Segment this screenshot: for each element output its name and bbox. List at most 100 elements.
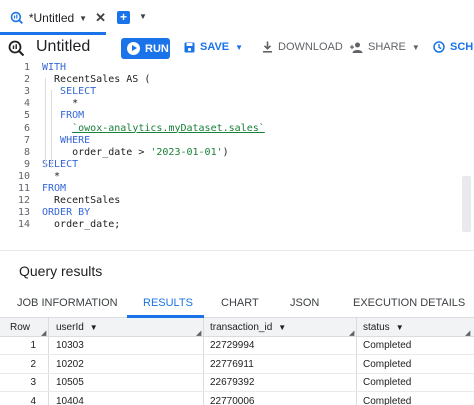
sort-caret-icon[interactable]: ▼ xyxy=(278,323,286,332)
schedule-button[interactable]: SCHE xyxy=(433,41,474,53)
column-header-label: transaction_id xyxy=(210,322,273,333)
sql-text: RecentSales AS ( xyxy=(42,74,151,86)
code-line: order_date > '2023-01-01') xyxy=(42,147,229,158)
query-icon xyxy=(10,11,23,25)
results-tabs: JOB INFORMATION RESULTS CHART JSON EXECU… xyxy=(0,292,474,318)
table-header: Row userId ▼ transaction_id ▼ status ▼ ◢ ◢ … xyxy=(0,318,474,337)
code-line: WHERE xyxy=(42,135,90,146)
code-line: FROM xyxy=(42,110,84,121)
line-number: 9 xyxy=(23,158,30,170)
editor-scrollbar[interactable] xyxy=(462,176,471,232)
download-label: DOWNLOAD xyxy=(278,41,343,53)
line-number: 13 xyxy=(17,207,30,219)
sql-text: ) xyxy=(222,146,229,158)
sql-text: order_date > xyxy=(42,146,151,158)
tab-execution-details[interactable]: EXECUTION DETAILS xyxy=(353,297,465,309)
sql-editor[interactable]: 1 2 3 4 5 6 7 8 9 10 11 12 13 14 WITH RecentSales AS … xyxy=(0,62,474,237)
tab-title: *Untitled xyxy=(28,11,75,25)
code-line: ORDER BY xyxy=(42,207,90,218)
sql-keyword: WITH xyxy=(42,62,67,73)
row-number: 3 xyxy=(30,377,36,388)
line-number: 8 xyxy=(23,146,30,158)
table-cell: 10202 xyxy=(56,358,84,370)
code-line: * xyxy=(42,171,60,182)
sql-text: * xyxy=(42,170,61,182)
add-person-icon xyxy=(350,42,363,53)
table-row[interactable]: 4 10404 22770006 Completed xyxy=(0,393,474,405)
sql-text: RecentSales xyxy=(42,195,121,207)
results-table: Row userId ▼ transaction_id ▼ status ▼ ◢ ◢ … xyxy=(0,318,474,405)
tab-chart[interactable]: CHART xyxy=(221,297,259,309)
code-line: RecentSales xyxy=(42,195,120,206)
close-tab-icon[interactable]: ✕ xyxy=(95,10,106,26)
schedule-label: SCHE xyxy=(450,41,474,53)
share-caret-icon: ▼ xyxy=(411,42,420,52)
panel-divider[interactable] xyxy=(0,250,474,251)
indent-guide xyxy=(45,78,46,168)
column-header-label: Row xyxy=(10,322,31,333)
column-resize-handle-icon[interactable]: ◢ xyxy=(349,329,354,337)
tab-json[interactable]: JSON xyxy=(290,297,319,309)
column-resize-handle-icon[interactable]: ◢ xyxy=(465,329,470,337)
table-cell: 10505 xyxy=(56,377,84,388)
sort-caret-icon[interactable]: ▼ xyxy=(90,323,98,332)
table-cell: 22679392 xyxy=(210,377,255,388)
table-cell: Completed xyxy=(363,377,412,388)
clock-icon xyxy=(433,41,445,53)
code-line: RecentSales AS ( xyxy=(42,74,150,85)
sql-keyword: SELECT xyxy=(42,158,79,170)
table-row[interactable]: 2 10202 22776911 Completed xyxy=(0,356,474,374)
line-number: 11 xyxy=(17,183,30,194)
download-icon xyxy=(263,41,272,53)
table-cell: 22770006 xyxy=(210,395,255,405)
add-tab-caret-icon[interactable]: ▼ xyxy=(139,12,147,21)
line-number: 2 xyxy=(23,74,30,86)
line-number: 14 xyxy=(17,219,30,231)
table-cell: Completed xyxy=(363,358,412,370)
share-button[interactable]: SHARE ▼ xyxy=(350,41,420,53)
sql-string: '2023-01-01' xyxy=(150,146,223,158)
play-icon xyxy=(127,42,140,55)
code-line: FROM xyxy=(42,183,66,194)
add-tab-icon[interactable]: + xyxy=(117,11,130,24)
line-number: 6 xyxy=(23,122,30,134)
tab-results[interactable]: RESULTS xyxy=(143,297,193,309)
editor-tab-bar: *Untitled ▼ ✕ + ▼ xyxy=(0,0,474,36)
run-label: RUN xyxy=(145,42,169,55)
table-row[interactable]: 3 10505 22679392 Completed xyxy=(0,374,474,392)
column-header-userid[interactable]: userId ▼ xyxy=(56,322,98,333)
line-number: 4 xyxy=(23,98,30,110)
code-line: order_date; xyxy=(42,219,120,230)
sort-caret-icon[interactable]: ▼ xyxy=(396,323,404,332)
row-number: 1 xyxy=(30,340,36,351)
save-icon xyxy=(184,42,195,52)
line-number: 1 xyxy=(23,62,30,73)
save-caret-icon: ▼ xyxy=(235,42,244,52)
column-resize-handle-icon[interactable]: ◢ xyxy=(41,329,46,337)
column-header-row: Row xyxy=(10,322,30,333)
tab-job-information[interactable]: JOB INFORMATION xyxy=(17,297,118,309)
save-button[interactable]: SAVE ▼ xyxy=(184,41,243,53)
column-header-transaction-id[interactable]: transaction_id ▼ xyxy=(210,322,286,333)
query-results-title: Query results xyxy=(19,263,103,279)
indent-guide xyxy=(51,90,52,168)
tab-menu-caret-icon[interactable]: ▼ xyxy=(79,14,87,23)
query-tab[interactable]: *Untitled ▼ ✕ xyxy=(0,0,106,36)
run-button[interactable]: RUN xyxy=(121,38,170,59)
column-header-status[interactable]: status ▼ xyxy=(363,322,404,333)
sql-keyword: FROM xyxy=(42,183,67,194)
code-line: SELECT xyxy=(42,159,78,170)
download-button[interactable]: DOWNLOAD xyxy=(262,41,343,53)
table-cell: Completed xyxy=(363,395,412,405)
sql-text: order_date; xyxy=(42,219,121,231)
sql-string: `owox-analytics.myDataset.sales` xyxy=(72,122,265,134)
query-editor-icon xyxy=(8,40,25,57)
sql-keyword: ORDER BY xyxy=(42,207,91,219)
sql-keyword: FROM xyxy=(42,110,85,122)
table-row[interactable]: 1 10303 22729994 Completed xyxy=(0,337,474,355)
line-number: 5 xyxy=(23,110,30,122)
row-number: 4 xyxy=(30,395,36,405)
column-header-label: status xyxy=(363,322,390,333)
column-resize-handle-icon[interactable]: ◢ xyxy=(196,329,201,337)
